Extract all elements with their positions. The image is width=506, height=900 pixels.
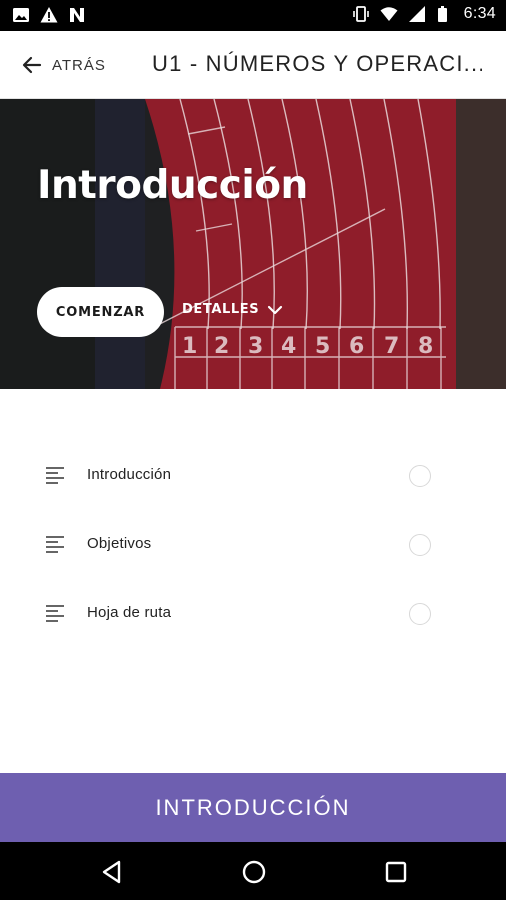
completion-circle (409, 534, 431, 556)
status-right-icons: 6:34 (352, 5, 496, 23)
lines-icon (46, 467, 64, 484)
current-lesson-button[interactable]: INTRODUCCIÓN (0, 773, 506, 842)
nav-bar (0, 842, 506, 900)
completion-circle (409, 603, 431, 625)
completion-circle (409, 465, 431, 487)
back-button[interactable]: ATRÁS (20, 50, 106, 80)
chevron-down-icon (268, 305, 283, 314)
image-icon (13, 8, 29, 22)
lines-icon (46, 605, 64, 622)
n-icon (70, 8, 84, 22)
list-item-label: Introducción (87, 466, 172, 483)
back-triangle-icon[interactable] (98, 858, 126, 886)
status-time: 6:34 (463, 5, 496, 22)
list-item[interactable]: Objetivos (0, 509, 506, 578)
battery-icon (437, 6, 447, 22)
app-bar: ATRÁS U1 - NÚMEROS Y OPERACI... (0, 31, 506, 99)
lane-number: 3 (248, 334, 263, 359)
hero-banner: 1 2 3 4 5 6 7 8 Introducción COMENZAR DE… (0, 99, 506, 389)
lane-number: 6 (349, 334, 364, 359)
hero-title: Introducción (37, 163, 308, 208)
details-toggle[interactable]: DETALLES (182, 302, 283, 317)
vibrate-icon (352, 6, 369, 22)
start-button[interactable]: COMENZAR (37, 287, 164, 337)
lane-number: 5 (315, 334, 330, 359)
recents-square-icon[interactable] (382, 858, 410, 886)
lane-number: 4 (281, 334, 296, 359)
status-left-icons (12, 6, 86, 24)
running-track-image: 1 2 3 4 5 6 7 8 (0, 99, 506, 389)
arrow-left-icon (22, 56, 42, 74)
signal-icon (408, 6, 425, 22)
lane-number: 8 (418, 334, 433, 359)
lines-icon (46, 536, 64, 553)
lesson-list: Introducción Objetivos Hoja de ruta (0, 440, 506, 647)
warning-icon (40, 7, 58, 23)
list-item[interactable]: Introducción (0, 440, 506, 509)
list-item[interactable]: Hoja de ruta (0, 578, 506, 647)
wifi-icon (380, 7, 398, 21)
list-item-label: Hoja de ruta (87, 604, 172, 621)
page-title: U1 - NÚMEROS Y OPERACI... (152, 51, 482, 76)
lane-number: 1 (182, 334, 197, 359)
list-item-label: Objetivos (87, 535, 152, 552)
home-circle-icon[interactable] (240, 858, 268, 886)
status-bar: 6:34 (0, 0, 506, 31)
details-label: DETALLES (182, 302, 260, 317)
lane-number: 2 (214, 334, 229, 359)
back-label: ATRÁS (52, 56, 106, 74)
lane-number: 7 (384, 334, 399, 359)
